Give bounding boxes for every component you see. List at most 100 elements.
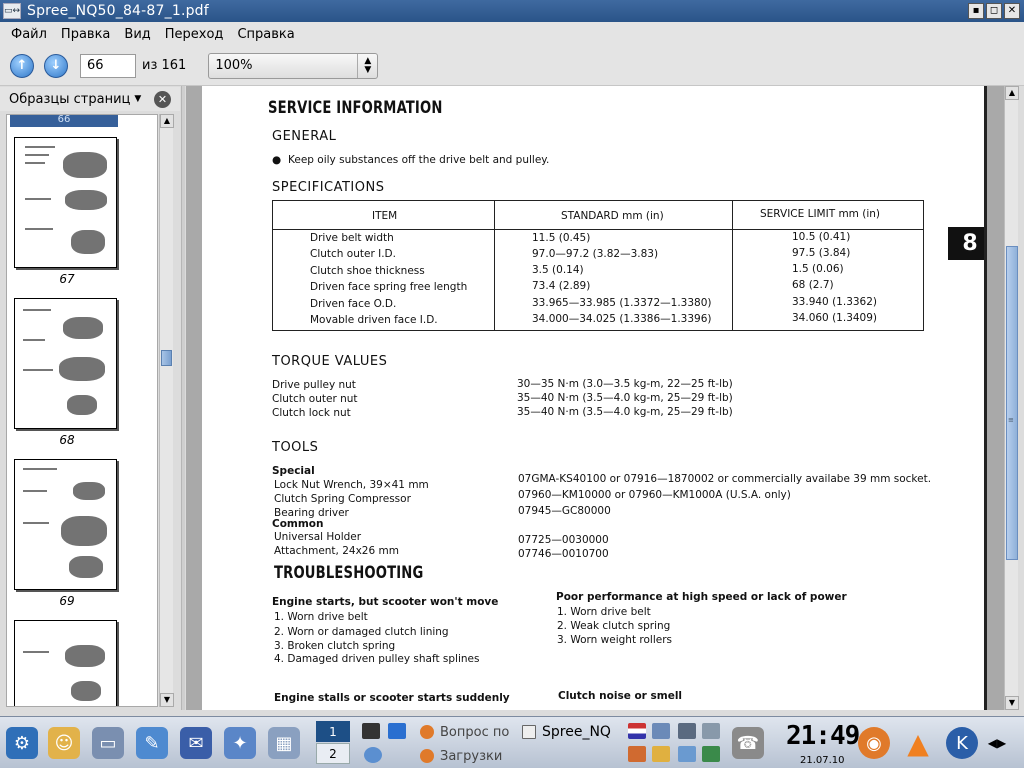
- clock-date: 21.07.10: [800, 755, 845, 766]
- document-view[interactable]: SERVICE INFORMATION GENERAL ● Keep oily …: [186, 86, 1004, 710]
- user-home-icon[interactable]: ☺: [48, 727, 80, 759]
- tray-clipboard-icon[interactable]: [678, 746, 696, 762]
- trouble-left-item: 2. Worn or damaged clutch lining: [274, 626, 449, 638]
- clock-time[interactable]: 21:49: [786, 721, 860, 751]
- pane-splitter[interactable]: [181, 86, 185, 710]
- trouble-left-item: 3. Broken clutch spring: [274, 640, 396, 652]
- menu-go[interactable]: Переход: [158, 27, 231, 42]
- page-number-input[interactable]: [80, 53, 136, 78]
- kde-logo-icon[interactable]: K: [946, 727, 978, 759]
- spec-limit: 10.5 (0.41): [792, 231, 851, 243]
- messenger-icon[interactable]: [364, 747, 382, 763]
- volume-icon[interactable]: [678, 723, 696, 739]
- menu-view[interactable]: Вид: [117, 27, 157, 42]
- phone-icon[interactable]: ☎: [732, 727, 764, 759]
- thunderbird-icon[interactable]: ✉: [180, 727, 212, 759]
- firefox-icon: [420, 749, 434, 763]
- tray-app-icon[interactable]: [652, 723, 670, 739]
- task-pdf-viewer[interactable]: Spree_NQ: [522, 722, 611, 742]
- chevron-down-icon[interactable]: ▼: [134, 94, 141, 104]
- spec-item: Drive belt width: [310, 232, 394, 244]
- terminal-icon[interactable]: [362, 723, 380, 739]
- tray-k-icon[interactable]: [652, 746, 670, 762]
- scroll-up-icon[interactable]: ▲: [160, 114, 174, 128]
- menu-help[interactable]: Справка: [230, 27, 301, 42]
- trouble-right-item: 2. Weak clutch spring: [557, 620, 671, 632]
- tool-number: 07945—GC80000: [518, 505, 611, 517]
- spec-limit: 34.060 (1.3409): [792, 312, 878, 324]
- tools-heading: TOOLS: [272, 440, 319, 455]
- torque-name: Drive pulley nut: [272, 379, 356, 391]
- firefox-launcher-icon[interactable]: ◉: [858, 727, 890, 759]
- menu-edit[interactable]: Правка: [54, 27, 117, 42]
- previous-page-icon[interactable]: ↑: [10, 53, 34, 78]
- desktop-1[interactable]: 1: [316, 721, 350, 742]
- scroll-down-icon[interactable]: ▼: [160, 693, 174, 707]
- spec-standard: 97.0—97.2 (3.82—3.83): [532, 248, 659, 260]
- trouble-left-item: 4. Damaged driven pulley shaft splines: [274, 653, 480, 665]
- taskbar-scroll-arrows-icon[interactable]: ◀▶: [986, 727, 1008, 759]
- tool-name: Clutch Spring Compressor: [274, 493, 411, 505]
- desktop-pager[interactable]: 1 2: [316, 721, 350, 765]
- tray-update-icon[interactable]: [702, 746, 720, 762]
- spec-standard: 3.5 (0.14): [532, 264, 584, 276]
- tray-tool-icon[interactable]: [628, 746, 646, 762]
- scroll-down-icon[interactable]: ▼: [1005, 696, 1019, 710]
- close-window-button[interactable]: ✕: [1004, 3, 1020, 19]
- spec-item: Clutch outer I.D.: [310, 248, 396, 260]
- sidebar-header: Образцы страниц ▼ ✕: [0, 87, 180, 111]
- thumbnail-page-69[interactable]: [14, 459, 117, 590]
- thumbnail-label: 68: [59, 433, 75, 447]
- sidebar-title[interactable]: Образцы страниц: [9, 92, 130, 107]
- vlc-icon[interactable]: ▲: [902, 727, 934, 760]
- keyboard-layout-icon[interactable]: [628, 723, 646, 739]
- task-downloads[interactable]: Загрузки: [420, 746, 502, 766]
- spin-arrows-icon[interactable]: ▲ ▼: [357, 53, 377, 78]
- tools-special-label: Special: [272, 465, 315, 477]
- page-edge: [984, 86, 987, 710]
- spec-limit: 33.940 (1.3362): [792, 296, 878, 308]
- document-scrollbar[interactable]: ▲ ≡ ▼: [1004, 86, 1019, 710]
- scrollbar-thumb[interactable]: [1006, 246, 1018, 560]
- spec-standard: 34.000—34.025 (1.3386—1.3396): [532, 313, 712, 325]
- tool-number: 07746—0010700: [518, 548, 609, 560]
- calculator-icon[interactable]: ▦: [268, 727, 300, 759]
- troubleshooting-title: TROUBLESHOOTING: [274, 563, 424, 583]
- app-icon[interactable]: ▭↔: [3, 3, 21, 19]
- editor-icon[interactable]: ✎: [136, 727, 168, 759]
- general-bullet-dot: ●: [272, 154, 282, 166]
- document-icon: [522, 725, 536, 739]
- spec-limit: 68 (2.7): [792, 279, 834, 291]
- network-tray-icon[interactable]: [702, 723, 720, 739]
- toolbar: ↑ ↓ из 161 100% ▲▼: [0, 46, 1024, 86]
- scrollbar-thumb[interactable]: [161, 350, 172, 366]
- thumbnail-label: 69: [59, 594, 75, 608]
- task-firefox-question[interactable]: Вопрос по: [420, 722, 509, 742]
- kde-menu-icon[interactable]: ⚙: [6, 727, 38, 759]
- tool-number: 07GMA-KS40100 or 07916—1870002 or commer…: [518, 473, 932, 485]
- zoom-select[interactable]: 100% ▲ ▼: [208, 52, 379, 79]
- spec-limit: 97.5 (3.84): [792, 247, 851, 259]
- thumbnail-scrollbar[interactable]: ▲ ▼: [159, 114, 174, 707]
- spec-standard: 73.4 (2.89): [532, 280, 591, 292]
- next-page-icon[interactable]: ↓: [44, 53, 68, 78]
- thumbnail-page-68[interactable]: [14, 298, 117, 429]
- tool-name: Universal Holder: [274, 531, 362, 543]
- zoom-value: 100%: [215, 58, 253, 73]
- window-icon[interactable]: [388, 723, 406, 739]
- thumbnail-list[interactable]: 66 67 68 69: [6, 114, 158, 707]
- maximize-button[interactable]: ◻: [986, 3, 1002, 19]
- minimize-button[interactable]: ▪: [968, 3, 984, 19]
- thumbnail-page-70[interactable]: [14, 620, 117, 706]
- my-computer-icon[interactable]: ▭: [92, 727, 124, 759]
- scroll-up-icon[interactable]: ▲: [1005, 86, 1019, 100]
- thumbnail-label-selected[interactable]: 66: [10, 115, 118, 127]
- close-sidebar-icon[interactable]: ✕: [154, 91, 171, 108]
- chapter-badge: 8: [948, 227, 984, 260]
- network-icon[interactable]: ✦: [224, 727, 256, 759]
- window-title: Spree_NQ50_84-87_1.pdf: [27, 3, 209, 19]
- desktop-2[interactable]: 2: [316, 743, 350, 764]
- thumbnail-page-67[interactable]: [14, 137, 117, 268]
- menu-file[interactable]: Файл: [4, 27, 54, 42]
- trouble-left-item: 1. Worn drive belt: [274, 611, 368, 623]
